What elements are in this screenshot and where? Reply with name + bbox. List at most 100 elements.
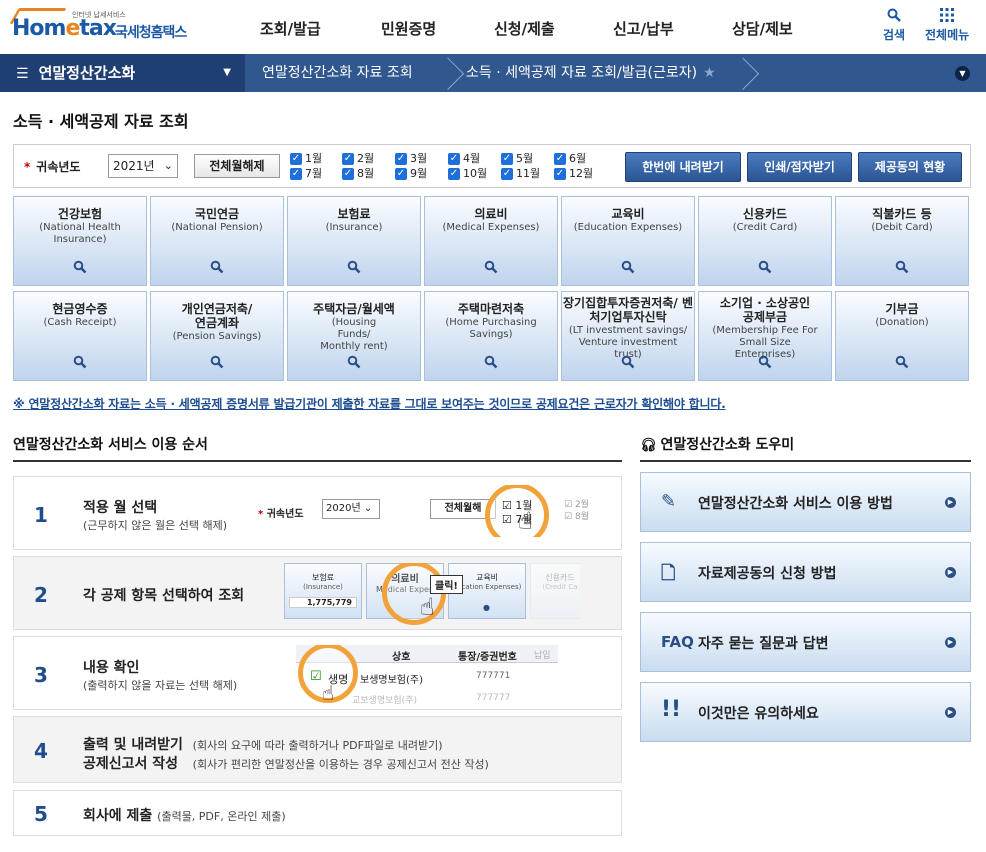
category-credit-card[interactable]: 신용카드 (Credit Card): [698, 196, 832, 286]
search-icon: [621, 354, 635, 369]
helper-consent-application[interactable]: 🗋︎ 자료제공동의 신청 방법 ▶: [640, 542, 971, 602]
category-pension-savings[interactable]: 개인연금저축/ 연금계좌 (Pension Savings): [150, 291, 284, 381]
month-checkbox-5[interactable]: ✓ 5월: [501, 152, 533, 165]
category-title: 직불카드 등: [872, 207, 932, 221]
breadcrumb-item-current[interactable]: 소득 · 세액공제 자료 조회/발급(근로자) ★: [466, 54, 716, 92]
mock-year-value: 2020년: [326, 503, 361, 514]
month-label: 10월: [463, 167, 488, 180]
month-checkbox-12[interactable]: ✓ 12월: [554, 167, 593, 180]
step-subtitle: (출력물, PDF, 온라인 제출): [157, 810, 286, 823]
search-icon: [484, 259, 498, 274]
month-checkbox-2[interactable]: ✓ 2월: [342, 152, 374, 165]
category-national-pension[interactable]: 국민연금 (National Pension): [150, 196, 284, 286]
category-title: 개인연금저축/ 연금계좌: [181, 302, 253, 330]
category-cash-receipt[interactable]: 현금영수증 (Cash Receipt): [13, 291, 147, 381]
breadcrumb-main-menu[interactable]: ☰ 연말정산간소화 ▼: [0, 54, 245, 92]
search-icon: [758, 259, 772, 274]
category-title: 보험료: [337, 207, 371, 221]
month-checkbox-1[interactable]: ✓ 1월: [290, 152, 322, 165]
search-icon: ●: [483, 603, 490, 612]
search-label: 검색: [883, 28, 906, 42]
logo-korean: 국세청홈택스: [115, 25, 187, 41]
clear-all-months-button[interactable]: 전체월해제: [194, 154, 280, 178]
month-checkbox-7[interactable]: ✓ 7월: [290, 167, 322, 180]
category-subtitle: (Credit Card): [732, 222, 798, 233]
category-education-expenses[interactable]: 교육비 (Education Expenses): [561, 196, 695, 286]
search-icon: [73, 259, 87, 274]
category-medical-expenses[interactable]: 의료비 (Medical Expenses): [424, 196, 558, 286]
mock-year-select: 2020년 ⌄: [322, 499, 380, 519]
category-subtitle: (Home Purchasing Savings): [445, 317, 537, 340]
category-subtitle: (National Health Insurance): [39, 222, 121, 245]
checkbox-checked-icon: ✓: [395, 153, 407, 165]
chevron-down-icon[interactable]: ▼: [955, 66, 970, 81]
checkbox-checked-icon: ✓: [501, 153, 513, 165]
category-small-enterprise-fee[interactable]: 소기업 · 소상공인 공제부금 (Membership Fee For Small…: [698, 291, 832, 381]
logo-e: e: [65, 16, 80, 41]
month-checkbox-3[interactable]: ✓ 3월: [395, 152, 427, 165]
headset-icon: 🎧︎: [640, 438, 657, 453]
pointer-hand-icon: ☝: [518, 507, 533, 535]
mock-year-label: * 귀속년도: [258, 509, 304, 520]
category-lt-investment-savings[interactable]: 장기집합투자증권저축/ 벤처기업투자신탁 (LT investment savin…: [561, 291, 695, 381]
deduction-notice-link[interactable]: ※ 연말정산간소화 자료는 소득 · 세액공제 증명서류 발급기관이 제출한 자…: [13, 395, 726, 412]
download-all-button[interactable]: 한번에 내려받기: [625, 152, 741, 182]
category-insurance[interactable]: 보험료 (Insurance): [287, 196, 421, 286]
logo-wordmark: Hometax: [12, 16, 117, 41]
step-subtitle: (회사의 요구에 따라 출력하거나 PDF파일로 내려받기): [192, 739, 443, 752]
all-menu-button[interactable]: 전체메뉴: [925, 8, 969, 43]
document-icon: 🗋︎: [661, 563, 676, 584]
category-debit-card[interactable]: 직불카드 등 (Debit Card): [835, 196, 969, 286]
category-title: 기부금: [885, 302, 919, 316]
mock-row-company-2: 교보생명보험(주): [352, 696, 417, 705]
month-checkbox-8[interactable]: ✓ 8월: [342, 167, 374, 180]
star-icon[interactable]: ★: [703, 65, 716, 81]
month-checkbox-9[interactable]: ✓ 9월: [395, 167, 427, 180]
year-select[interactable]: 2021년 ⌄: [108, 154, 178, 178]
nav-certificates[interactable]: 민원증명: [381, 18, 439, 39]
step-2: 2 각 공제 항목 선택하여 조회 보험료 (Insurance) 1,775,…: [13, 556, 622, 630]
mock-card-title: 신용카드: [545, 573, 575, 582]
search-icon: [895, 259, 909, 274]
month-checkbox-11[interactable]: ✓ 11월: [501, 167, 540, 180]
nav-application[interactable]: 신청/제출: [494, 18, 558, 39]
checkbox-checked-icon: ✓: [290, 153, 302, 165]
category-title: 장기집합투자증권저축/ 벤처기업투자신탁: [562, 296, 693, 324]
hometax-logo[interactable]: 인터넷 납세서비스 Hometax 국세청홈택스: [9, 8, 202, 48]
logo-tax: tax: [79, 16, 117, 41]
category-subtitle: (Insurance): [325, 222, 383, 233]
category-subtitle: (Education Expenses): [573, 222, 683, 233]
category-title: 국민연금: [194, 207, 240, 221]
section-divider: [640, 460, 971, 462]
category-health-insurance[interactable]: 건강보험 (National Health Insurance): [13, 196, 147, 286]
breadcrumb-item-inquiry[interactable]: 연말정산간소화 자료 조회: [262, 54, 413, 92]
month-checkbox-10[interactable]: ✓ 10월: [448, 167, 487, 180]
print-braille-button[interactable]: 인쇄/점자받기: [747, 152, 852, 182]
category-housing-funds[interactable]: 주택자금/월세액 (Housing Funds/ Monthly rent): [287, 291, 421, 381]
month-label: 6월: [569, 152, 587, 165]
category-subtitle: (Medical Expenses): [442, 222, 540, 233]
nav-inquiry[interactable]: 조회/발급: [260, 18, 326, 39]
search-icon: [895, 354, 909, 369]
helper-how-to-use[interactable]: ✎ 연말정산간소화 서비스 이용 방법 ▶: [640, 472, 971, 532]
consent-status-button[interactable]: 제공동의 현황: [858, 152, 962, 182]
helper-faq[interactable]: FAQ 자주 묻는 질문과 답변 ▶: [640, 612, 971, 672]
month-checkbox-6[interactable]: ✓ 6월: [554, 152, 586, 165]
checkbox-checked-icon: ✓: [554, 153, 566, 165]
category-home-purchasing-savings[interactable]: 주택마련저축 (Home Purchasing Savings): [424, 291, 558, 381]
month-label: 12월: [569, 167, 594, 180]
breadcrumb-separator-icon: [730, 54, 744, 92]
nav-filing[interactable]: 신고/납부: [613, 18, 677, 39]
nav-consult[interactable]: 상담/제보: [732, 18, 796, 39]
mock-month-label: 8월: [574, 512, 589, 522]
category-donation[interactable]: 기부금 (Donation): [835, 291, 969, 381]
step-3-illustration: 상호 통장/증권번호 납입 보생명보험(주) 777771 교보생명보험(주) …: [296, 645, 558, 705]
helper-caution[interactable]: !! 이것만은 유의하세요 ▶: [640, 682, 971, 742]
search-icon: [347, 259, 361, 274]
search-button[interactable]: 검색: [883, 8, 905, 43]
step-number: 2: [34, 583, 48, 607]
category-subtitle: (Housing Funds/ Monthly rent): [320, 317, 388, 352]
category-subtitle: (Debit Card): [871, 222, 933, 233]
helper-title-text: 연말정산간소화 도우미: [660, 437, 795, 453]
month-checkbox-4[interactable]: ✓ 4월: [448, 152, 480, 165]
